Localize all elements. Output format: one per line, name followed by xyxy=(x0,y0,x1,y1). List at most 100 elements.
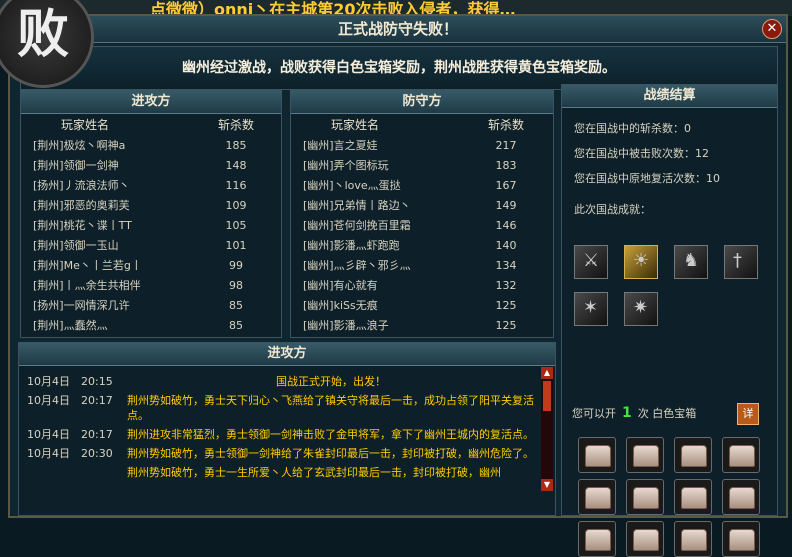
treasure-chest-icon[interactable] xyxy=(722,479,760,515)
player-name: [幽州]言之夏娃 xyxy=(303,139,378,152)
treasure-chest-icon[interactable] xyxy=(626,479,664,515)
col-player-name: 玩家姓名 xyxy=(61,118,110,132)
open-suffix: 次 白色宝箱 xyxy=(637,407,697,420)
treasure-chest-icon[interactable] xyxy=(578,521,616,557)
table-row: [幽州]弄个图标玩 183 xyxy=(291,156,553,176)
player-name: [荆州]桃花丶谍丨TT xyxy=(33,219,132,232)
log-entry: 10月4日 20:15 国战正式开始，出发！ xyxy=(19,374,535,389)
log-text: 荆州势如破竹，勇士领御一剑神给了朱雀封印最后一击，封印被打破，幽州危险了。 xyxy=(127,447,534,460)
kill-count: 125 xyxy=(495,319,517,332)
kill-count: 116 xyxy=(225,179,247,192)
mace-icon[interactable]: † xyxy=(724,245,758,279)
treasure-chest-icon[interactable] xyxy=(722,437,760,473)
table-row: [幽州]苍何剑挽百里霜 146 xyxy=(291,216,553,236)
kill-count: 85 xyxy=(229,319,243,332)
stat-revives: 您在国战中原地复活次数：10 xyxy=(574,172,720,185)
log-date: 10月4日 xyxy=(27,428,70,441)
scroll-up-icon[interactable]: ▲ xyxy=(541,367,553,379)
treasure-chest-icon[interactable] xyxy=(674,521,712,557)
kill-count: 98 xyxy=(229,279,243,292)
player-name: [幽州]苍何剑挽百里霜 xyxy=(303,219,411,232)
log-text: 荆州势如破竹，勇士一生所爱丶人给了玄武封印最后一击，封印被打破，幽州 xyxy=(127,466,501,479)
log-time: 20:17 xyxy=(81,428,113,441)
log-date: 10月4日 xyxy=(27,447,70,460)
log-text: 荆州进攻非常猛烈，勇士领御一剑神击败了金甲将军，拿下了幽州王城内的复活点。 xyxy=(127,428,534,441)
player-name: [幽州]影潘灬浪子 xyxy=(303,319,389,332)
treasure-chest-icon[interactable] xyxy=(626,521,664,557)
defender-columns: 玩家姓名 斩杀数 xyxy=(291,114,553,136)
close-button[interactable]: ✕ xyxy=(762,19,782,39)
player-name: [荆州]灬蠢然灬 xyxy=(33,319,108,332)
warrior-gold-icon[interactable]: ☀ xyxy=(624,245,658,279)
treasure-chest-icon[interactable] xyxy=(626,437,664,473)
log-time: 20:15 xyxy=(81,375,113,388)
player-name: [荆州]领御一玉山 xyxy=(33,239,119,252)
treasure-chest-icon[interactable] xyxy=(674,479,712,515)
table-row: [幽州]兄弟情丨路边丶 149 xyxy=(291,196,553,216)
player-name: [荆州]邪恶的奥莉芙 xyxy=(33,199,130,212)
treasure-chest-icon[interactable] xyxy=(722,521,760,557)
player-name: [荆州]Me丶丨兰若g丨 xyxy=(33,259,142,272)
scroll-down-icon[interactable]: ▼ xyxy=(541,479,553,491)
scroll-thumb[interactable] xyxy=(543,381,551,411)
player-name: [荆州]极炫丶啊神a xyxy=(33,139,126,152)
treasure-chest-icon[interactable] xyxy=(578,479,616,515)
kill-count: 146 xyxy=(495,219,517,232)
table-row: [荆州]邪恶的奥莉芙 109 xyxy=(21,196,281,216)
col-kills: 斩杀数 xyxy=(487,118,524,132)
log-entry: 10月4日 20:17 荆州进攻非常猛烈，勇士领御一剑神击败了金甲将军，拿下了幽州王… xyxy=(19,427,535,442)
kill-count: 132 xyxy=(495,279,517,292)
player-name: [幽州]kiSs无痕 xyxy=(303,299,378,312)
battle-log-panel: 进攻方 10月4日 20:15 国战正式开始，出发！ 10月4日 20:17 荆州势如破竹… xyxy=(18,342,556,516)
log-date xyxy=(19,465,77,480)
col-kills: 斩杀数 xyxy=(217,118,254,132)
table-row: [幽州]影潘灬虾跑跑 140 xyxy=(291,236,553,256)
sword-icon[interactable]: ⚔ xyxy=(574,245,608,279)
table-row: [幽州]影潘灬浪子 125 xyxy=(291,316,553,336)
log-title: 进攻方 xyxy=(19,343,555,366)
col-player-name: 玩家姓名 xyxy=(331,118,380,132)
player-name: [幽州]丶love灬蛋挞 xyxy=(303,179,401,192)
treasure-chest-icon[interactable] xyxy=(578,437,616,473)
kill-count: 217 xyxy=(495,139,517,152)
attacker-title: 进攻方 xyxy=(21,91,281,114)
thorn-icon[interactable]: ✶ xyxy=(574,292,608,326)
log-time: 20:30 xyxy=(81,447,113,460)
table-row: [荆州]领御一玉山 101 xyxy=(21,236,281,256)
defender-title: 防守方 xyxy=(291,91,553,114)
log-scrollbar[interactable]: ▲ ▼ xyxy=(541,367,553,491)
table-row: [荆州]灬蠢然灬 85 xyxy=(21,316,281,336)
player-name: [扬州]丿流浪法师丶 xyxy=(33,179,130,192)
window-title: 正式战防守失败！ xyxy=(10,16,786,43)
kill-count: 101 xyxy=(225,239,247,252)
chest-open-info: 您可以开 1 次 白色宝箱 xyxy=(572,405,696,421)
player-name: [幽州]有心就有 xyxy=(303,279,378,292)
attacker-panel: 进攻方 玩家姓名 斩杀数 [荆州]极炫丶啊神a 185 [荆州]领御一剑神 148 [扬… xyxy=(20,90,282,338)
player-name: [荆州]丨灬余生共相伴 xyxy=(33,279,141,292)
log-entry: 10月4日 20:30 荆州势如破竹，勇士领御一剑神给了朱雀封印最后一击，封印被打破… xyxy=(19,446,535,461)
player-name: [幽州]弄个图标玩 xyxy=(303,159,389,172)
log-text: 荆州势如破竹，勇士天下归心丶飞燕给了镇关守将最后一击，成功占领了阳平关复活点。 xyxy=(127,394,534,422)
battle-result-window: 正式战防守失败！ ✕ 幽州经过激战，战败获得白色宝箱奖励，荆州战胜获得黄色宝箱奖… xyxy=(8,14,788,557)
log-date: 10月4日 xyxy=(27,375,70,388)
attacker-columns: 玩家姓名 斩杀数 xyxy=(21,114,281,136)
player-name: [幽州]影潘灬虾跑跑 xyxy=(303,239,400,252)
treasure-chest-icon[interactable] xyxy=(674,437,712,473)
log-time: 20:17 xyxy=(81,394,113,407)
table-row: [幽州]言之夏娃 217 xyxy=(291,136,553,156)
table-row: [幽州]灬彡辟丶邪彡灬 134 xyxy=(291,256,553,276)
player-name: [幽州]兄弟情丨路边丶 xyxy=(303,199,411,212)
log-entry: 荆州势如破竹，勇士一生所爱丶人给了玄武封印最后一击，封印被打破，幽州 xyxy=(19,465,535,480)
kill-count: 148 xyxy=(225,159,247,172)
log-date: 10月4日 xyxy=(27,394,70,407)
kill-count: 125 xyxy=(495,299,517,312)
dragon-icon[interactable]: ♞ xyxy=(674,245,708,279)
table-row: [幽州]kiSs无痕 125 xyxy=(291,296,553,316)
table-row: [荆州]Me丶丨兰若g丨 99 xyxy=(21,256,281,276)
log-text: 国战正式开始，出发！ xyxy=(276,375,386,388)
table-row: [幽州]丶love灬蛋挞 167 xyxy=(291,176,553,196)
spike-icon[interactable]: ✷ xyxy=(624,292,658,326)
kill-count: 185 xyxy=(225,139,247,152)
detail-button[interactable]: 详 xyxy=(737,403,759,425)
kill-count: 167 xyxy=(495,179,517,192)
